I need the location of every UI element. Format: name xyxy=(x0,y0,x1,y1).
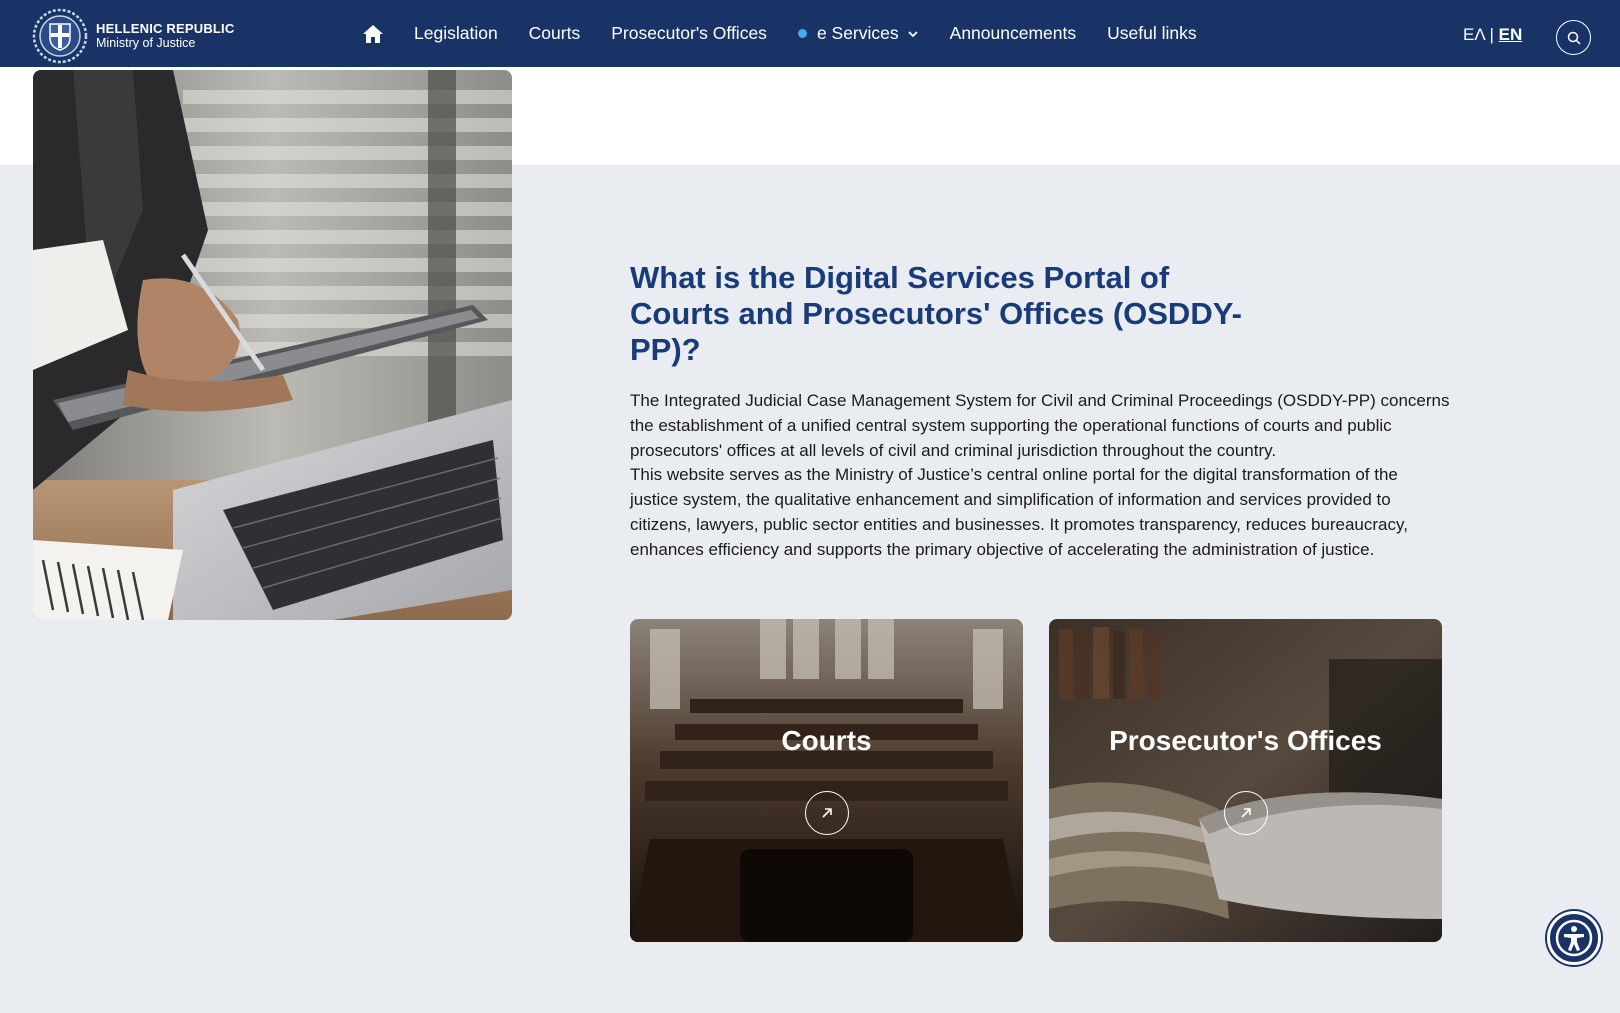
nav-e-services-label: e Services xyxy=(816,23,899,43)
courtroom-image xyxy=(630,619,1023,942)
courts-card-title: Courts xyxy=(781,725,872,756)
prosecutors-offices-card[interactable]: Prosecutor's Offices xyxy=(1049,619,1442,942)
accessibility-icon xyxy=(1555,919,1593,957)
logo-title: HELLENIC REPUBLIC xyxy=(96,20,235,36)
hero-image xyxy=(33,70,512,620)
arrow-up-right-icon[interactable] xyxy=(1224,791,1268,835)
courts-card[interactable]: Courts xyxy=(630,619,1023,942)
chevron-down-icon xyxy=(908,30,918,37)
nav-courts[interactable]: Courts xyxy=(529,23,581,44)
intro-paragraph-1: The Integrated Judicial Case Management … xyxy=(630,391,1450,460)
nav-prosecutors-offices[interactable]: Prosecutor's Offices xyxy=(611,23,767,44)
prosecutors-card-title: Prosecutor's Offices xyxy=(1109,725,1382,756)
lang-el-link[interactable]: ΕΛ xyxy=(1463,25,1485,44)
logo-subtitle: Ministry of Justice xyxy=(96,36,196,51)
active-dot xyxy=(797,29,807,38)
site-header: HELLENIC REPUBLIC Ministry of Justice Le… xyxy=(0,0,1620,67)
page-title: What is the Digital Services Portal of C… xyxy=(630,260,1242,367)
intro-paragraph-2: This website serves as the Ministry of J… xyxy=(630,465,1408,559)
nav-useful-links[interactable]: Useful links xyxy=(1107,23,1196,44)
main-nav: Legislation Courts Prosecutor's Offices … xyxy=(362,0,1228,67)
lang-en-link[interactable]: EN xyxy=(1499,25,1523,44)
language-switcher: ΕΛ | EN xyxy=(1463,25,1522,45)
coat-of-arms-icon xyxy=(32,8,88,64)
search-button[interactable] xyxy=(1556,20,1591,55)
home-icon[interactable] xyxy=(362,22,386,46)
site-logo[interactable]: HELLENIC REPUBLIC Ministry of Justice xyxy=(32,8,234,64)
search-icon xyxy=(1567,31,1581,45)
lang-separator: | xyxy=(1489,25,1494,44)
accessibility-button[interactable] xyxy=(1547,911,1601,965)
books-image xyxy=(1049,619,1442,942)
nav-e-services[interactable]: e Services xyxy=(797,23,919,44)
nav-announcements[interactable]: Announcements xyxy=(950,23,1076,44)
arrow-up-right-icon[interactable] xyxy=(805,791,849,835)
intro-text: The Integrated Judicial Case Management … xyxy=(630,389,1450,563)
nav-legislation[interactable]: Legislation xyxy=(414,23,498,44)
